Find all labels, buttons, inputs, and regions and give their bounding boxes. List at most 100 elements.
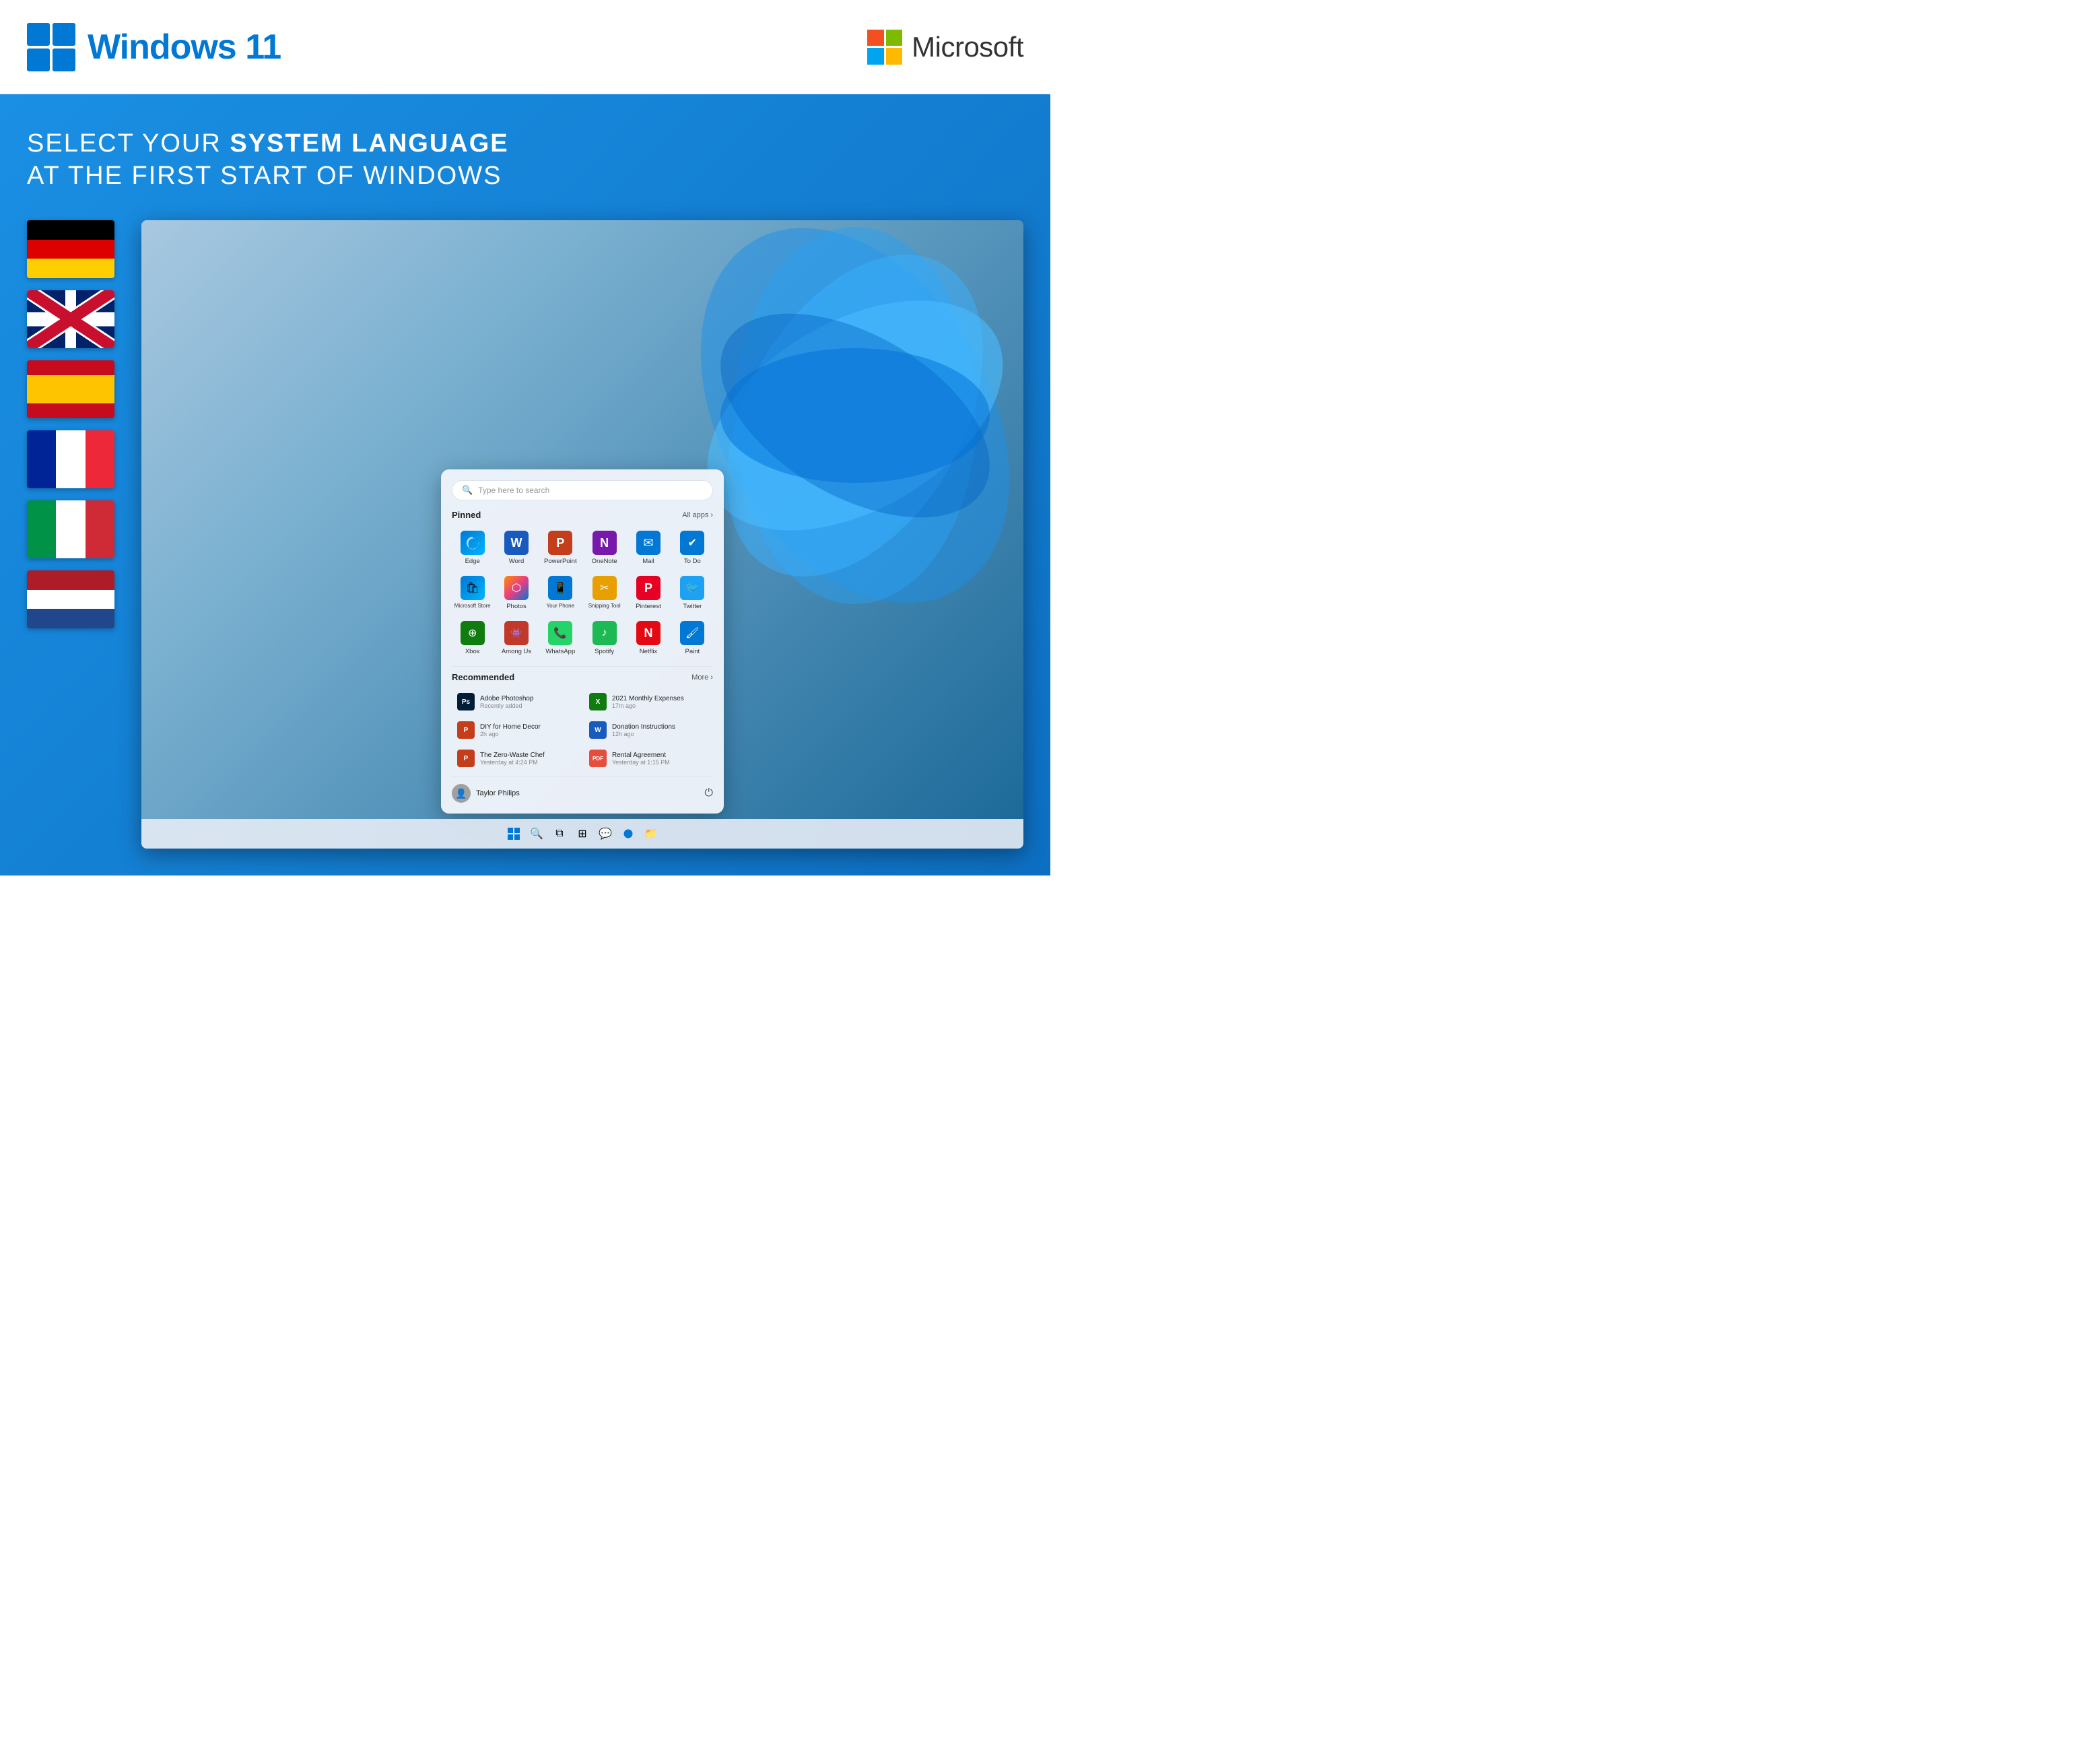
word-label: Word <box>509 558 524 565</box>
microsoft-brand: Microsoft <box>867 30 1023 65</box>
all-apps-button[interactable]: All apps › <box>682 511 713 519</box>
app-whatsapp[interactable]: 📞 WhatsApp <box>540 617 581 659</box>
windows-title: Windows 11 <box>88 27 281 67</box>
rec-photoshop[interactable]: Ps Adobe Photoshop Recently added <box>452 689 581 715</box>
app-todo[interactable]: ✔ To Do <box>672 527 713 569</box>
todo-label: To Do <box>684 558 701 565</box>
todo-icon: ✔ <box>680 531 704 555</box>
pdf-icon-rental: PDF <box>589 750 607 767</box>
rental-text: Rental Agreement Yesterday at 1:15 PM <box>612 752 670 766</box>
widgets-icon[interactable]: ⊞ <box>573 824 592 843</box>
microsoft-logo-icon <box>867 30 902 65</box>
onenote-icon: N <box>592 531 617 555</box>
flag-spanish[interactable] <box>27 360 114 418</box>
flag-german[interactable] <box>27 220 114 278</box>
flag-english[interactable] <box>27 290 114 348</box>
recommended-header: Recommended More › <box>452 672 713 682</box>
rec-donation[interactable]: W Donation Instructions 12h ago <box>584 717 713 743</box>
app-pinterest[interactable]: P Pinterest <box>628 572 669 614</box>
amongus-icon: 👾 <box>504 621 529 645</box>
recommended-items: Ps Adobe Photoshop Recently added X <box>452 689 713 771</box>
word-icon-donation: W <box>589 721 607 739</box>
spotify-label: Spotify <box>595 648 614 655</box>
app-onenote[interactable]: N OneNote <box>584 527 625 569</box>
paint-icon: 🖌 <box>680 621 704 645</box>
photoshop-text: Adobe Photoshop Recently added <box>480 695 534 709</box>
desktop-background: 🔍 Type here to search Pinned All apps › <box>141 220 1023 849</box>
app-mail[interactable]: ✉ Mail <box>628 527 669 569</box>
power-button[interactable]: ⏻ <box>704 787 713 799</box>
flag-dutch[interactable] <box>27 570 114 628</box>
amongus-label: Among Us <box>502 648 531 655</box>
word-icon: W <box>504 531 529 555</box>
edge-icon <box>461 531 485 555</box>
avatar: 👤 <box>452 784 471 803</box>
app-twitter[interactable]: 🐦 Twitter <box>672 572 713 614</box>
yourphone-icon: 📱 <box>548 576 572 600</box>
photos-label: Photos <box>506 603 527 610</box>
app-netflix[interactable]: N Netflix <box>628 617 669 659</box>
twitter-label: Twitter <box>683 603 702 610</box>
photos-icon: ⬡ <box>504 576 529 600</box>
flags-column <box>27 220 114 849</box>
app-spotify[interactable]: ♪ Spotify <box>584 617 625 659</box>
app-word[interactable]: W Word <box>496 527 537 569</box>
windows-logo-icon <box>27 23 75 71</box>
chat-icon[interactable]: 💬 <box>596 824 615 843</box>
flag-italian[interactable] <box>27 500 114 558</box>
app-amongus[interactable]: 👾 Among Us <box>496 617 537 659</box>
app-paint[interactable]: 🖌 Paint <box>672 617 713 659</box>
snipping-icon: ✂ <box>592 576 617 600</box>
microsoft-label: Microsoft <box>912 31 1023 63</box>
search-placeholder-text: Type here to search <box>478 486 549 495</box>
whatsapp-icon: 📞 <box>548 621 572 645</box>
user-info[interactable]: 👤 Taylor Philips <box>452 784 520 803</box>
ppt-icon-diy: P <box>457 721 475 739</box>
app-yourphone[interactable]: 📱 Your Phone <box>540 572 581 614</box>
task-view-icon[interactable]: ⧉ <box>550 824 569 843</box>
app-photos[interactable]: ⬡ Photos <box>496 572 537 614</box>
pinned-header: Pinned All apps › <box>452 510 713 520</box>
ppt-icon-zero: P <box>457 750 475 767</box>
app-edge[interactable]: Edge <box>452 527 493 569</box>
msstore-label: Microsoft Store <box>454 603 491 609</box>
app-snipping[interactable]: ✂ Snipping Tool <box>584 572 625 614</box>
header: Windows 11 Microsoft <box>0 0 1050 94</box>
headline: SELECT YOUR SYSTEM LANGUAGE AT THE FIRST… <box>27 128 1023 192</box>
donation-text: Donation Instructions 12h ago <box>612 723 675 737</box>
mail-icon: ✉ <box>636 531 661 555</box>
app-xbox[interactable]: ⊕ Xbox <box>452 617 493 659</box>
twitter-icon: 🐦 <box>680 576 704 600</box>
windows-brand: Windows 11 <box>27 23 281 71</box>
search-icon: 🔍 <box>462 485 473 496</box>
start-menu: 🔍 Type here to search Pinned All apps › <box>441 469 724 814</box>
content-row: 🔍 Type here to search Pinned All apps › <box>27 220 1023 849</box>
flag-french[interactable] <box>27 430 114 488</box>
pinned-label: Pinned <box>452 510 481 520</box>
pinterest-label: Pinterest <box>636 603 661 610</box>
file-explorer-icon[interactable]: 📁 <box>642 824 661 843</box>
rec-diy[interactable]: P DIY for Home Decor 2h ago <box>452 717 581 743</box>
start-button[interactable] <box>504 824 523 843</box>
rec-zerowaste[interactable]: P The Zero-Waste Chef Yesterday at 4:24 … <box>452 746 581 771</box>
netflix-icon: N <box>636 621 661 645</box>
xbox-icon: ⊕ <box>461 621 485 645</box>
rec-monthly[interactable]: X 2021 Monthly Expenses 17m ago <box>584 689 713 715</box>
powerpoint-label: PowerPoint <box>544 558 577 565</box>
mail-label: Mail <box>642 558 654 565</box>
search-bar[interactable]: 🔍 Type here to search <box>452 480 713 500</box>
monthly-text: 2021 Monthly Expenses 17m ago <box>612 695 684 709</box>
pinterest-icon: P <box>636 576 661 600</box>
app-powerpoint[interactable]: P PowerPoint <box>540 527 581 569</box>
app-msstore[interactable]: 🛍 Microsoft Store <box>452 572 493 614</box>
search-taskbar-icon[interactable]: 🔍 <box>527 824 546 843</box>
powerpoint-icon: P <box>548 531 572 555</box>
taskbar: 🔍 ⧉ ⊞ 💬 📁 <box>141 819 1023 849</box>
more-button[interactable]: More › <box>691 673 713 682</box>
yourphone-label: Your Phone <box>547 603 575 609</box>
msstore-icon: 🛍 <box>461 576 485 600</box>
rec-rental[interactable]: PDF Rental Agreement Yesterday at 1:15 P… <box>584 746 713 771</box>
xbox-label: Xbox <box>465 648 480 655</box>
edge-taskbar-icon[interactable] <box>619 824 638 843</box>
start-footer: 👤 Taylor Philips ⏻ <box>452 777 713 803</box>
